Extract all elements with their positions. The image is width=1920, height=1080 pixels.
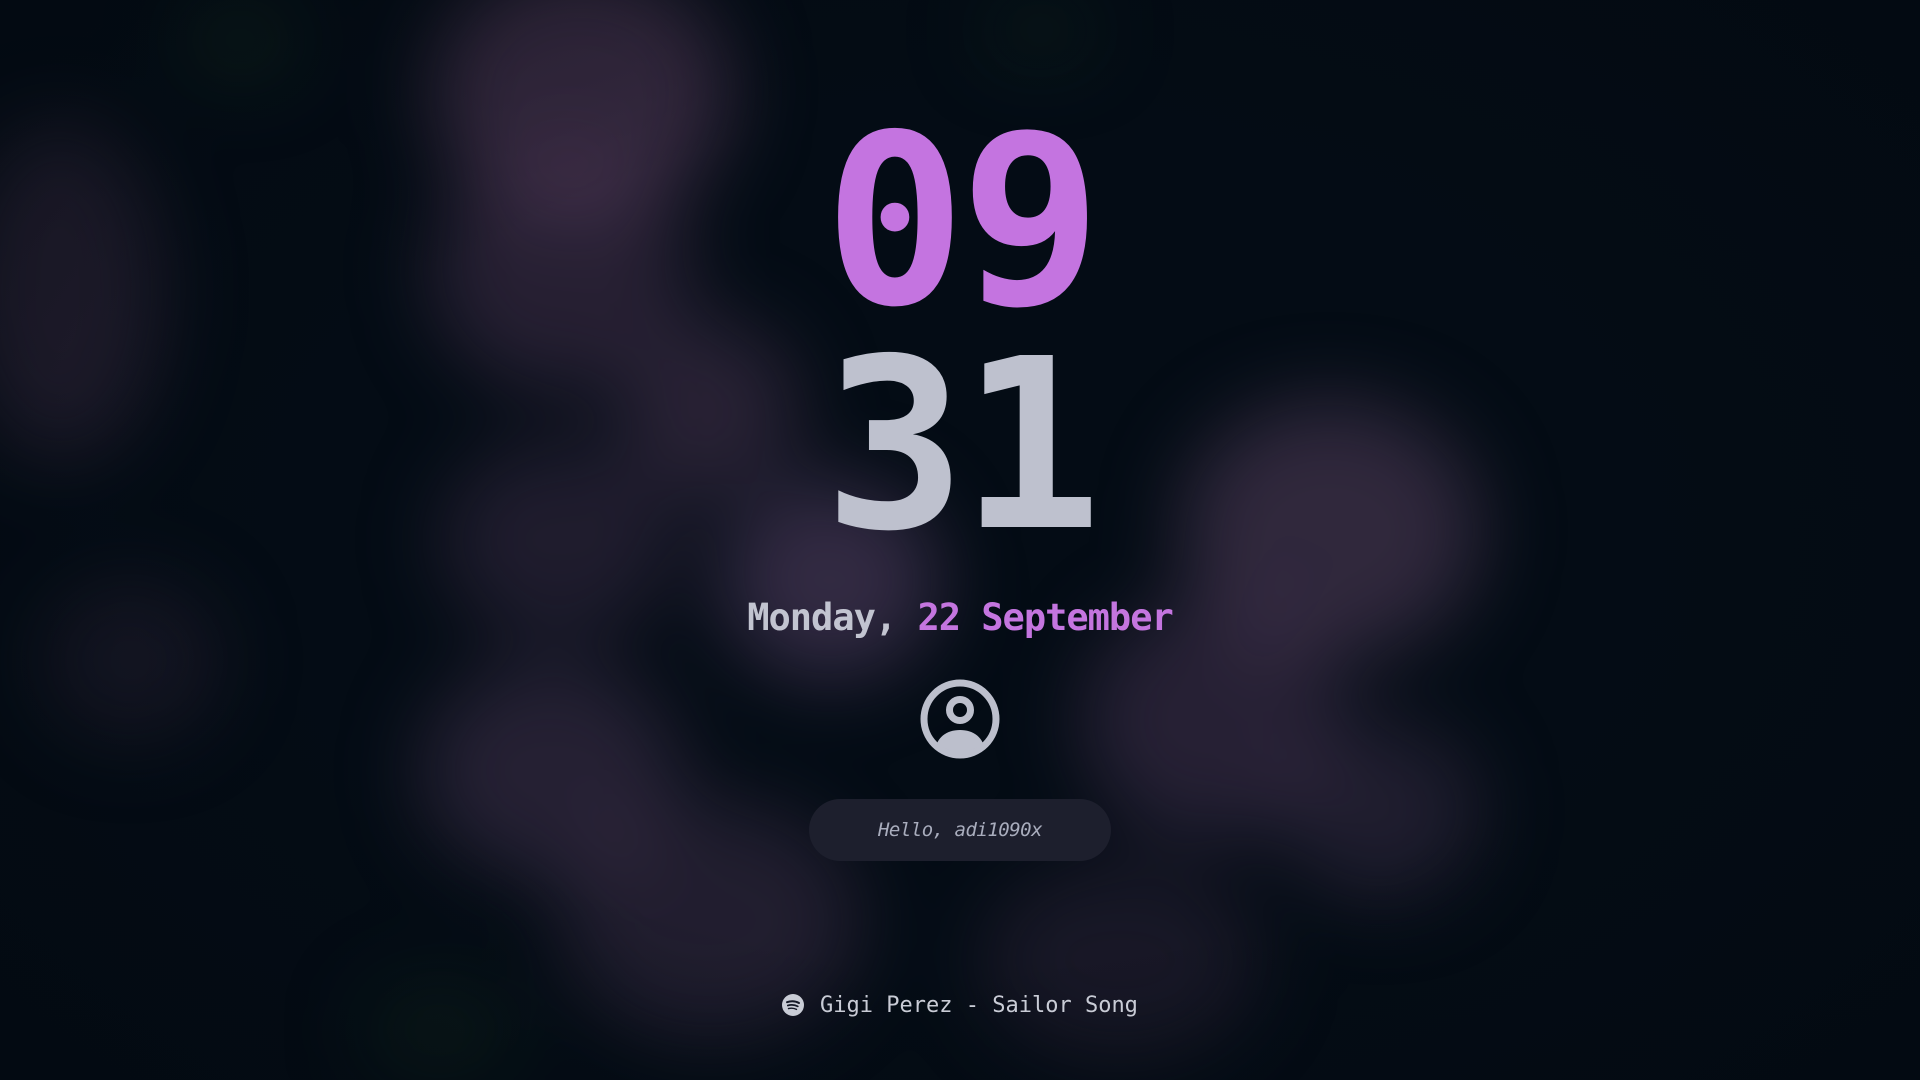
clock-minutes: 31: [823, 308, 1102, 583]
now-playing: Gigi Perez - Sailor Song: [0, 990, 1920, 1020]
user-circle-icon: [919, 678, 1001, 760]
date-day-month: 22 September: [917, 596, 1173, 639]
date-label: Monday, 22 September: [0, 594, 1920, 642]
spotify-icon: [782, 994, 805, 1016]
track-title: Gigi Perez - Sailor Song: [820, 992, 1138, 1018]
greeting-placeholder: Hello, adi1090x: [877, 819, 1043, 841]
clock-hours: 09: [823, 84, 1102, 359]
password-input[interactable]: Hello, adi1090x: [809, 799, 1111, 861]
date-weekday: Monday,: [747, 596, 897, 639]
lock-screen: 09 31 Monday, 22 September Hello, adi109…: [0, 0, 1920, 1080]
